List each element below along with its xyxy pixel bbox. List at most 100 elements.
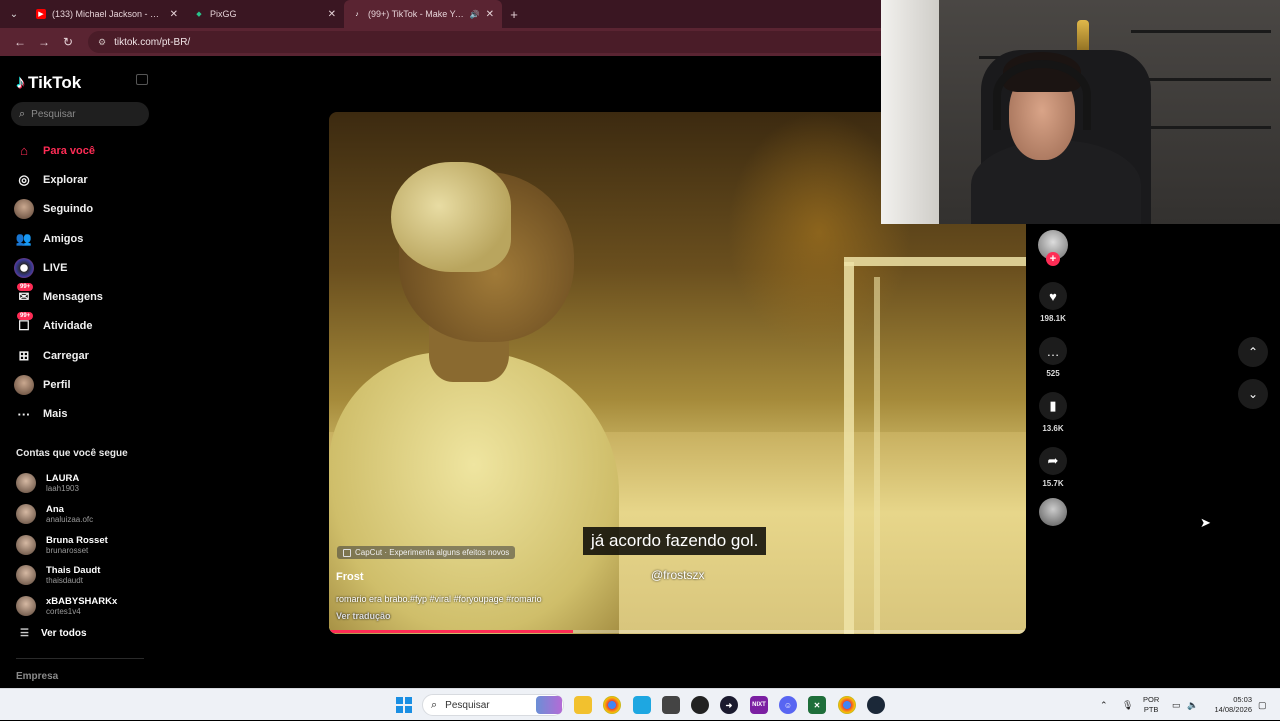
- see-all-button[interactable]: ☰ Ver todos: [20, 628, 87, 639]
- chevron-up-icon: ⌃: [1247, 345, 1259, 359]
- search-icon: ⌕: [431, 698, 438, 711]
- chrome-icon[interactable]: [603, 696, 621, 714]
- follow-plus-icon[interactable]: +: [1046, 252, 1060, 266]
- microphone-icon[interactable]: 🎙: [1122, 689, 1133, 721]
- webcam-headset: [993, 60, 1091, 130]
- music-disc-icon[interactable]: [1039, 498, 1067, 526]
- nav-label: Explorar: [43, 173, 88, 186]
- nav-item-carregar[interactable]: ⊞ Carregar: [14, 341, 103, 370]
- tab-search-icon[interactable]: ⌄: [0, 0, 28, 28]
- following-account[interactable]: Ana analuizaa.ofc: [16, 499, 117, 530]
- network-icon[interactable]: ▭: [1172, 689, 1181, 721]
- previous-video-button[interactable]: ⌃: [1238, 337, 1268, 367]
- search-input[interactable]: [31, 108, 132, 120]
- speaker-icon[interactable]: 🔊: [470, 10, 480, 19]
- save-action[interactable]: ▮ 13.6K: [1036, 392, 1070, 433]
- new-tab-button[interactable]: +: [502, 7, 526, 22]
- browser-tab-tiktok[interactable]: ♪ (99+) TikTok - Make Your Day 🔊 ✕: [344, 0, 502, 28]
- steam-icon[interactable]: [867, 696, 885, 714]
- chrome-active-icon[interactable]: [838, 696, 856, 714]
- nav-label: Mensagens: [43, 291, 103, 304]
- video-actions: + ♥ 198.1K … 525 ▮ 13.6K ➦ 15.7K: [1036, 230, 1070, 526]
- avatar: [16, 504, 36, 525]
- sidebar-divider: [16, 658, 144, 659]
- following-account[interactable]: LAURA laah1903: [16, 468, 117, 499]
- webcam-overlay: [881, 0, 1280, 224]
- nav-item-seguindo[interactable]: Seguindo: [14, 195, 103, 224]
- system-clock[interactable]: 05:03 14/08/2026: [1208, 695, 1252, 715]
- discord-icon[interactable]: ☺: [779, 696, 797, 714]
- following-account[interactable]: xBABYSHARKx cortes1v4: [16, 591, 117, 622]
- bookmark-icon[interactable]: ▮: [1039, 392, 1067, 420]
- account-handle: laah1903: [46, 484, 79, 494]
- close-tab-icon[interactable]: ✕: [170, 9, 178, 20]
- video-progress-bar[interactable]: [329, 630, 1026, 633]
- share-icon[interactable]: ➦: [1039, 447, 1067, 475]
- notification-icon[interactable]: ▢: [1258, 689, 1267, 721]
- store-icon[interactable]: [633, 696, 651, 714]
- nav-label: Amigos: [43, 232, 84, 245]
- nav-item-live[interactable]: LIVE: [14, 253, 103, 282]
- compass-icon: ◎: [18, 171, 30, 187]
- nav-label: Carregar: [43, 349, 89, 362]
- like-action[interactable]: ♥ 198.1K: [1036, 282, 1070, 323]
- nav-item-explorar[interactable]: ◎ Explorar: [14, 165, 103, 194]
- widgets-icon[interactable]: [536, 696, 562, 714]
- browser-tab-pixgg[interactable]: ◆ PixGG ✕: [186, 0, 344, 28]
- tray-overflow-icon[interactable]: ⌃: [1100, 689, 1108, 721]
- close-tab-icon[interactable]: ✕: [328, 9, 336, 20]
- profile-icon: [14, 375, 34, 396]
- account-name: Bruna Rosset: [46, 534, 108, 546]
- browser-tab-youtube[interactable]: ▶ (133) Michael Jackson - Billie Jean ✕: [28, 0, 186, 28]
- terminal-icon[interactable]: ✕: [808, 696, 826, 714]
- account-name: Thais Daudt: [46, 565, 101, 577]
- heart-icon[interactable]: ♥: [1039, 282, 1067, 310]
- language-indicator[interactable]: POR PTB: [1143, 695, 1159, 715]
- video-watermark: @frostszx: [651, 568, 705, 582]
- nav-item-atividade[interactable]: ☐ 99+ Atividade: [14, 312, 103, 341]
- back-arrow-icon[interactable]: ←: [8, 35, 32, 49]
- video-caption[interactable]: romario era brabo.#fyp #viral #foryoupag…: [336, 594, 542, 604]
- tiktok-logo[interactable]: ♪ TikTok: [16, 72, 81, 93]
- forward-arrow-icon[interactable]: →: [32, 35, 56, 49]
- see-all-label: Ver todos: [40, 628, 87, 639]
- comment-action[interactable]: … 525: [1036, 337, 1070, 378]
- logo-text: TikTok: [28, 72, 82, 92]
- app-icon[interactable]: ➜: [720, 696, 738, 714]
- search-box[interactable]: ⌕: [11, 102, 149, 126]
- url-field[interactable]: ⚙ tiktok.com/pt-BR/: [88, 31, 948, 53]
- close-tab-icon[interactable]: ✕: [486, 9, 494, 20]
- file-explorer-icon[interactable]: [574, 696, 592, 714]
- nav-item-mensagens[interactable]: ✉ 99+ Mensagens: [14, 282, 103, 311]
- following-account[interactable]: Bruna Rosset brunarosset: [16, 529, 117, 560]
- following-account[interactable]: Thais Daudt thaisdaudt: [16, 560, 117, 591]
- notification-badge: 99+: [17, 283, 34, 292]
- nav-item-para-voce[interactable]: ⌂ Para você: [14, 136, 103, 165]
- collapse-sidebar-icon[interactable]: [136, 74, 148, 85]
- mouse-cursor-icon: ➤: [1200, 515, 1211, 530]
- share-action[interactable]: ➦ 15.7K: [1036, 447, 1070, 488]
- share-count: 15.7K: [1042, 479, 1064, 488]
- clock-time: 05:03: [1233, 695, 1252, 704]
- next-video-button[interactable]: ⌄: [1238, 379, 1268, 409]
- reload-icon[interactable]: ↻: [56, 35, 80, 49]
- effect-tag[interactable]: CapCut · Experimenta alguns efeitos novo…: [337, 546, 516, 559]
- nav-item-amigos[interactable]: 👥 Amigos: [14, 224, 103, 253]
- nixt-icon[interactable]: NIXT: [750, 696, 768, 714]
- site-info-icon[interactable]: ⚙: [98, 37, 106, 48]
- company-link[interactable]: Empresa: [16, 671, 58, 682]
- see-translation-link[interactable]: Ver tradução: [336, 611, 391, 621]
- app-icon[interactable]: [662, 696, 680, 714]
- avatar: [16, 534, 36, 555]
- comment-icon[interactable]: …: [1039, 337, 1067, 365]
- volume-icon[interactable]: 🔈: [1187, 689, 1198, 721]
- obs-icon[interactable]: [691, 696, 709, 714]
- creator-avatar[interactable]: +: [1038, 230, 1068, 266]
- nav-item-perfil[interactable]: Perfil: [14, 370, 103, 399]
- video-author[interactable]: Frost: [336, 571, 364, 583]
- avatar: [16, 473, 36, 494]
- nav-item-mais[interactable]: ··· Mais: [14, 400, 103, 429]
- capcut-icon: [343, 548, 351, 557]
- windows-start-icon[interactable]: [396, 697, 412, 713]
- video-progress-fill: [329, 630, 573, 633]
